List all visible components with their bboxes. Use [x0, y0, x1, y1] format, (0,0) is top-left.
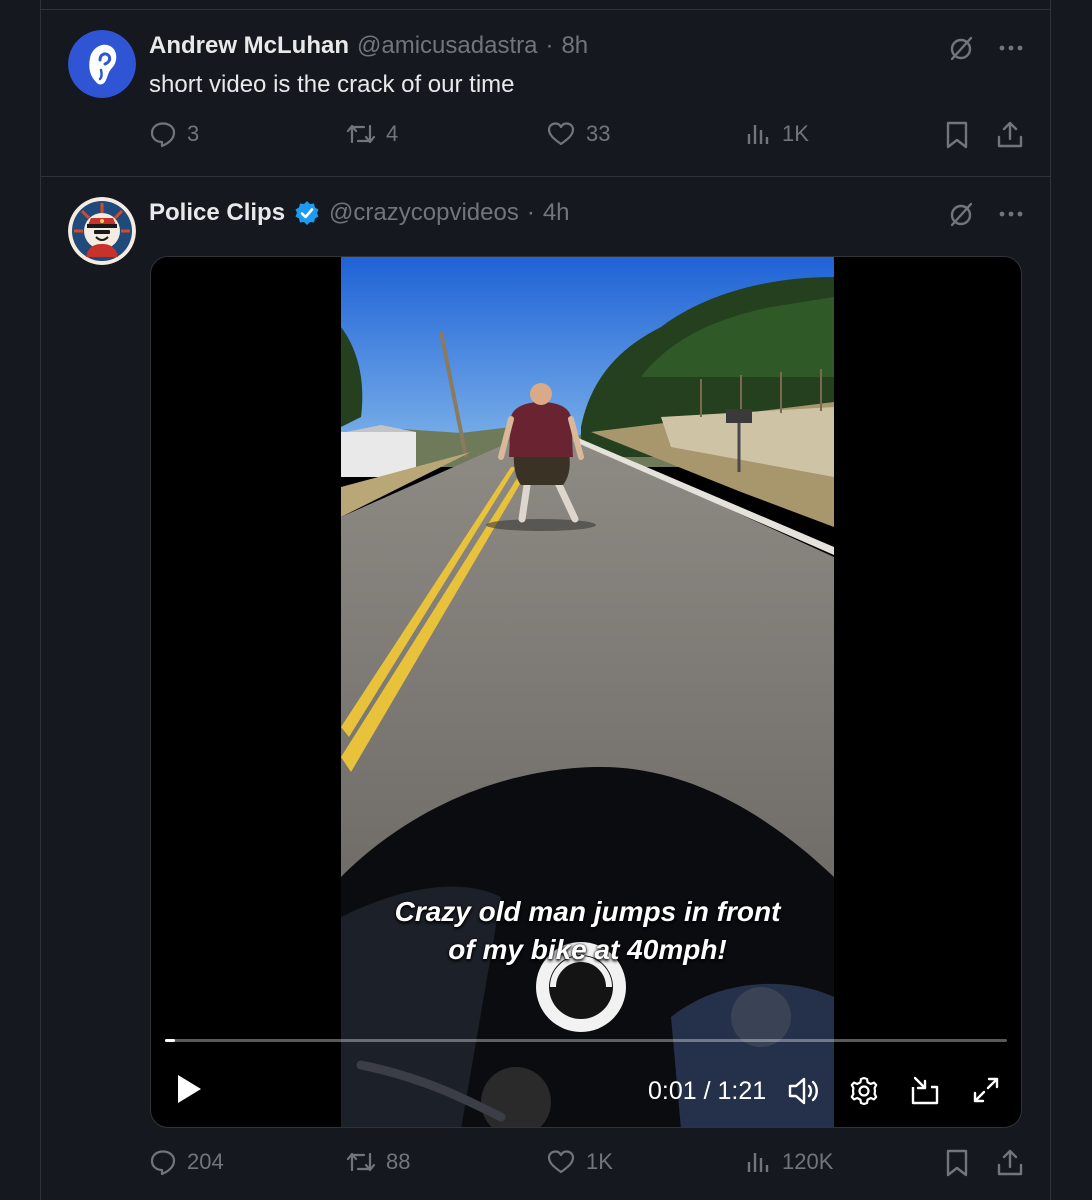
video-caption-line: Crazy old man jumps in front — [394, 896, 781, 927]
user-handle[interactable]: @amicusadastra — [357, 32, 537, 60]
post-header: Police Clips @crazycopvideos · 4h — [149, 199, 570, 227]
repost-count: 4 — [386, 121, 399, 146]
analytics-icon — [747, 1153, 769, 1172]
reply-count: 204 — [187, 1149, 224, 1174]
video-still-image — [341, 257, 834, 1127]
reply-icon — [150, 122, 176, 148]
video-caption: Crazy old man jumps in front of my bike … — [341, 893, 834, 969]
timestamp[interactable]: 4h — [543, 199, 570, 227]
more-options-icon[interactable] — [997, 34, 1025, 62]
avatar[interactable] — [68, 197, 136, 265]
like-count: 1K — [586, 1149, 613, 1174]
reply-count: 3 — [187, 121, 200, 146]
police-officer-avatar-icon — [68, 197, 136, 265]
like-button[interactable]: 33 — [546, 120, 610, 148]
bookmark-button[interactable] — [944, 120, 970, 150]
play-button[interactable] — [175, 1073, 203, 1105]
video-frame[interactable] — [341, 257, 834, 1127]
share-icon — [997, 1149, 1023, 1176]
timeline-feed: Andrew McLuhan @amicusadastra · 8h short… — [40, 0, 1051, 1200]
video-caption-line: of my bike at 40mph! — [448, 934, 727, 965]
avatar[interactable] — [68, 30, 136, 98]
post-action-bar: 3 4 33 1K — [149, 120, 1029, 160]
share-button[interactable] — [996, 1148, 1024, 1178]
settings-button[interactable] — [848, 1075, 880, 1107]
share-button[interactable] — [996, 120, 1024, 150]
fullscreen-button[interactable] — [971, 1075, 1001, 1105]
post-action-bar: 204 88 1K 120K — [149, 1148, 1029, 1188]
video-progress-bar[interactable] — [165, 1039, 1007, 1042]
picture-in-picture-button[interactable] — [909, 1075, 941, 1107]
volume-icon — [788, 1077, 818, 1105]
grok-icon[interactable] — [947, 34, 975, 62]
play-icon — [178, 1075, 201, 1103]
user-handle[interactable]: @crazycopvideos — [329, 199, 519, 227]
grok-icon[interactable] — [947, 200, 975, 228]
video-time: 0:01 / 1:21 — [648, 1077, 767, 1105]
repost-button[interactable]: 88 — [346, 1148, 410, 1176]
picture-in-picture-icon — [911, 1076, 939, 1105]
like-count: 33 — [586, 121, 611, 146]
video-controls: 0:01 / 1:21 — [151, 1067, 1021, 1115]
divider — [41, 9, 1050, 10]
more-options-icon[interactable] — [997, 200, 1025, 228]
post-header: Andrew McLuhan @amicusadastra · 8h — [149, 32, 588, 60]
gear-icon — [850, 1076, 878, 1106]
bookmark-button[interactable] — [944, 1148, 970, 1178]
bookmark-icon — [946, 121, 968, 149]
verified-badge-icon[interactable] — [293, 199, 321, 227]
repost-button[interactable]: 4 — [346, 120, 398, 148]
reply-button[interactable]: 204 — [149, 1148, 224, 1176]
video-progress-fill — [165, 1039, 176, 1042]
heart-icon — [547, 1150, 575, 1174]
view-count: 120K — [782, 1149, 834, 1174]
display-name[interactable]: Andrew McLuhan — [149, 32, 349, 60]
share-icon — [997, 121, 1023, 148]
repost-icon — [346, 124, 376, 144]
view-count: 1K — [782, 121, 809, 146]
post-top-actions — [947, 34, 1025, 62]
video-player[interactable]: Crazy old man jumps in front of my bike … — [150, 256, 1022, 1128]
repost-count: 88 — [386, 1149, 411, 1174]
mute-button[interactable] — [787, 1075, 821, 1107]
timestamp[interactable]: 8h — [561, 32, 588, 60]
fullscreen-icon — [973, 1077, 999, 1103]
reply-button[interactable]: 3 — [149, 120, 199, 148]
display-name[interactable]: Police Clips — [149, 199, 285, 227]
heart-icon — [547, 122, 575, 146]
analytics-icon — [747, 125, 769, 144]
separator: · — [526, 199, 535, 226]
post-text: short video is the crack of our time — [149, 71, 515, 98]
repost-icon — [346, 1152, 376, 1172]
ear-avatar-icon — [68, 30, 136, 98]
views-button[interactable]: 120K — [746, 1148, 833, 1176]
reply-icon — [150, 1150, 176, 1176]
separator: · — [545, 32, 554, 59]
like-button[interactable]: 1K — [546, 1148, 613, 1176]
post-top-actions — [947, 200, 1025, 228]
divider — [41, 176, 1050, 177]
views-button[interactable]: 1K — [746, 120, 809, 148]
bookmark-icon — [946, 1149, 968, 1177]
